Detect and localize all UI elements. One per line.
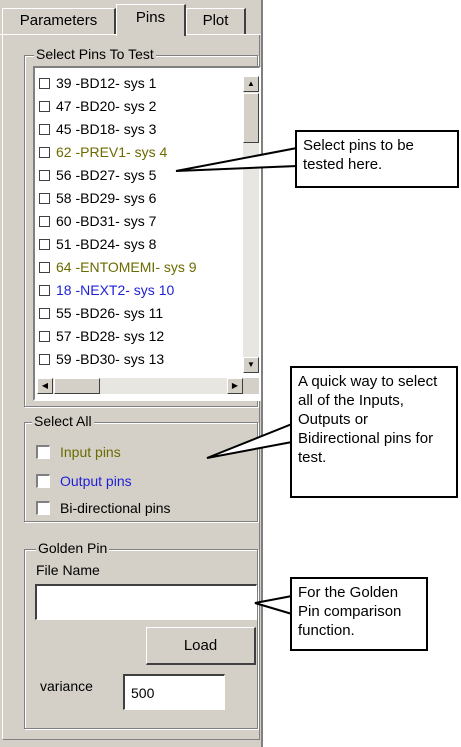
callout-select-all: A quick way to select all of the Inputs,… <box>290 366 458 498</box>
callout-pointer-select-pins <box>175 146 298 172</box>
callout-pointer-select-all <box>206 422 293 459</box>
callout-select-pins: Select pins to be tested here. <box>295 130 459 188</box>
tab-pins[interactable]: Pins <box>116 4 186 36</box>
callout-golden-pin: For the Golden Pin comparison function. <box>290 577 428 651</box>
callout-pointer-golden-pin <box>254 594 293 616</box>
